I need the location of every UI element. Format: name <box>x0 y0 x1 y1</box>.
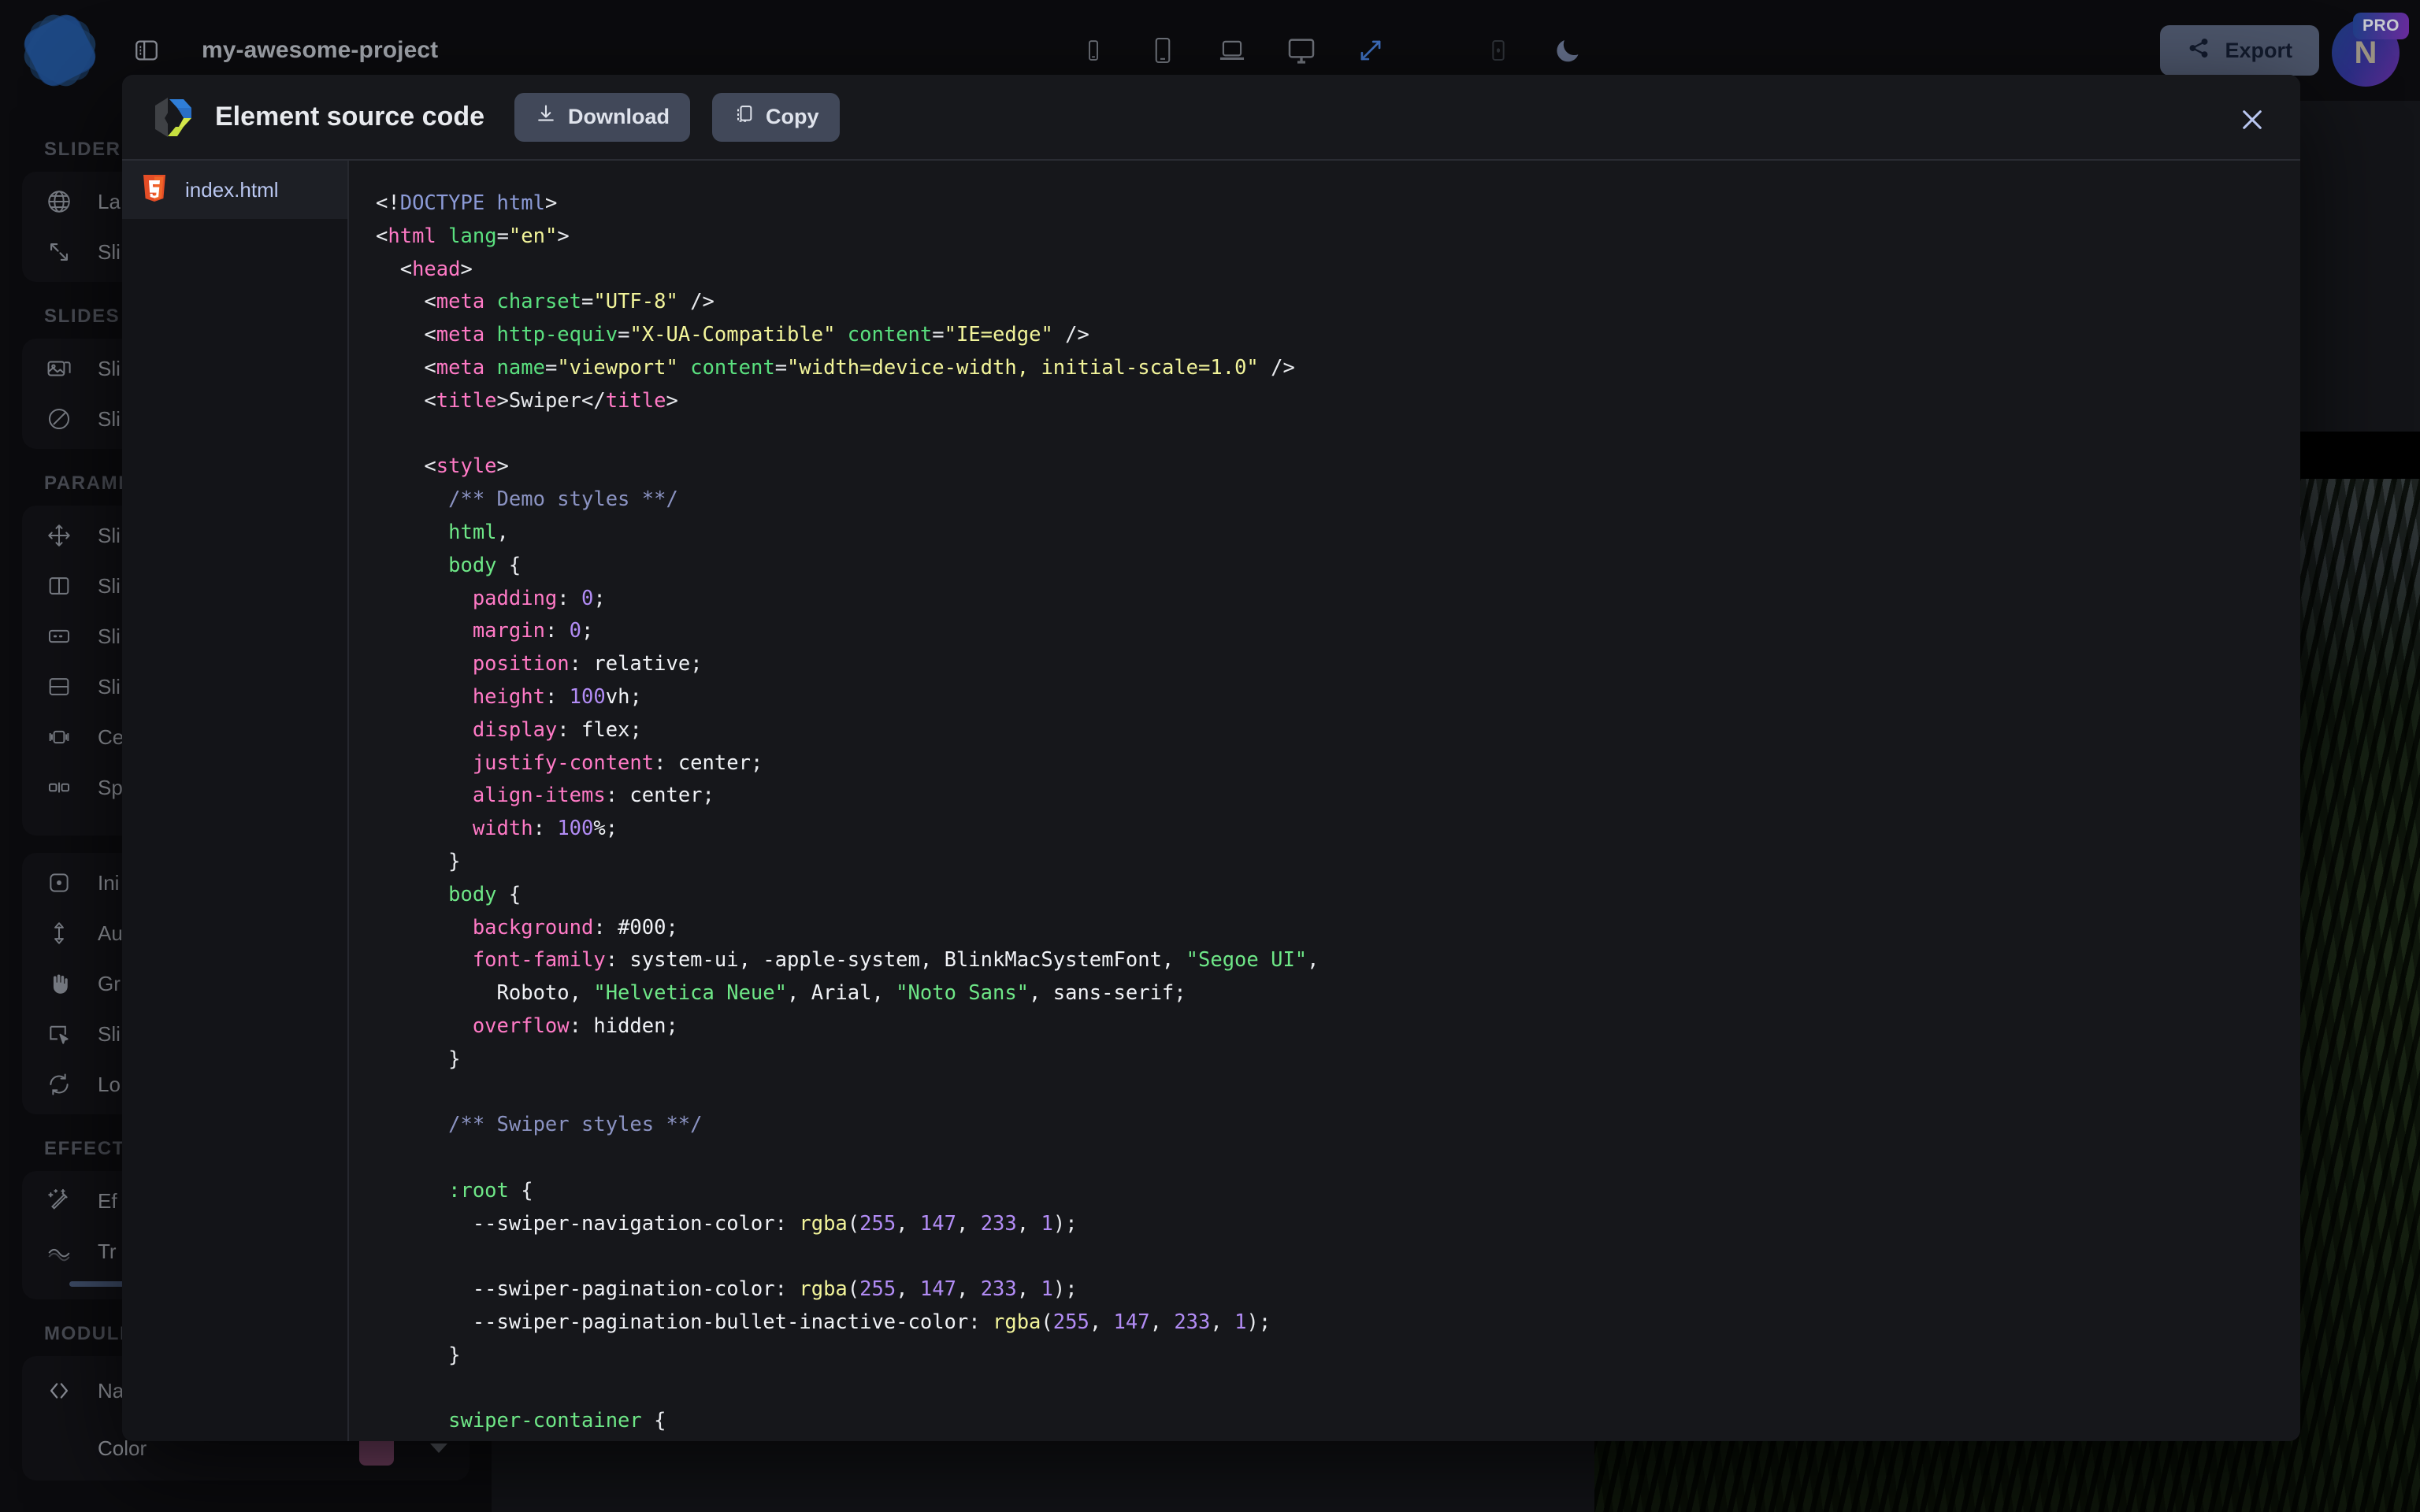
export-button[interactable]: Export <box>2160 25 2319 76</box>
phone-icon[interactable] <box>1071 28 1115 72</box>
transition-icon <box>44 1236 74 1266</box>
chevron-down-icon[interactable] <box>430 1443 447 1453</box>
card-icon <box>44 621 74 651</box>
sidebar-item-label: Sli <box>98 523 121 547</box>
source-code-text: <!DOCTYPE html> <html lang="en"> <head> … <box>376 191 1319 1433</box>
code-brackets-icon <box>44 1376 74 1406</box>
clipboard-icon <box>733 103 755 131</box>
globe-icon <box>44 187 74 217</box>
hexagon-brand-icon <box>152 94 195 140</box>
copy-label: Copy <box>766 105 819 128</box>
monitor-icon[interactable] <box>1279 28 1323 72</box>
sidebar-item-label: Sp <box>98 775 123 799</box>
resize-arrows-icon <box>44 237 74 267</box>
magic-wand-icon <box>44 1186 74 1216</box>
copy-button[interactable]: Copy <box>712 92 840 142</box>
sidebar-item-label: Gr <box>98 971 121 995</box>
centered-slides-icon <box>44 722 74 752</box>
loop-icon <box>44 1069 74 1099</box>
modal-header: Element source code Download Copy <box>122 75 2300 159</box>
sidebar-item-label: Sli <box>98 674 121 699</box>
user-menu[interactable]: N PRO <box>2332 13 2409 87</box>
space-between-icon <box>44 773 74 802</box>
target-dot-icon <box>44 868 74 898</box>
file-name: index.html <box>185 177 279 202</box>
columns-icon <box>44 571 74 601</box>
images-icon <box>44 354 74 384</box>
pro-badge: PRO <box>2352 13 2409 39</box>
modal-title: Element source code <box>215 102 485 132</box>
sidebar-item-label: Ef <box>98 1188 117 1213</box>
moon-icon[interactable] <box>1546 28 1590 72</box>
download-icon <box>535 103 557 131</box>
app-root: my-awesome-project Export N PRO SLIDER L… <box>0 0 2420 1512</box>
tablet-icon[interactable] <box>1476 28 1520 72</box>
html5-icon <box>141 173 168 207</box>
sidebar-item-label: Sli <box>98 624 121 648</box>
source-code-modal: Element source code Download Copy index.… <box>122 75 2300 1441</box>
move-arrows-icon <box>44 521 74 550</box>
app-logo <box>19 9 101 91</box>
export-label: Export <box>2225 38 2292 62</box>
hand-icon <box>44 969 74 999</box>
click-slide-icon <box>44 1019 74 1049</box>
file-list: index.html <box>122 161 349 1441</box>
laptop-icon[interactable] <box>1210 28 1254 72</box>
code-viewer[interactable]: <!DOCTYPE html> <html lang="en"> <head> … <box>349 161 2300 1441</box>
sidebar-item-label: Lo <box>98 1072 121 1096</box>
sidebar-item-label: Tr <box>98 1239 117 1263</box>
rows-icon <box>44 672 74 702</box>
phone-icon[interactable] <box>1141 28 1185 72</box>
circle-slash-icon <box>44 404 74 434</box>
close-icon[interactable] <box>2229 97 2275 143</box>
sidebar-item-label: Sli <box>98 406 121 431</box>
auto-height-icon <box>44 918 74 948</box>
expand-diagonal-icon[interactable] <box>1349 28 1393 72</box>
sidebar-item-label: La <box>98 189 121 213</box>
sidebar-item-label: Ini <box>98 870 120 895</box>
panel-left-icon[interactable] <box>124 28 169 72</box>
sidebar-item-label: Sli <box>98 239 121 264</box>
project-title: my-awesome-project <box>202 37 439 63</box>
sidebar-item-label: Ce <box>98 724 124 749</box>
file-item-index-html[interactable]: index.html <box>122 161 347 219</box>
download-button[interactable]: Download <box>514 92 691 142</box>
share-icon <box>2187 36 2210 65</box>
sidebar-item-label: Au <box>98 921 123 945</box>
sidebar-item-label: Sli <box>98 1021 121 1046</box>
sidebar-item-label: Sli <box>98 356 121 380</box>
sidebar-item-label: Sli <box>98 573 121 598</box>
modal-body: index.html <!DOCTYPE html> <html lang="e… <box>122 159 2300 1441</box>
download-label: Download <box>568 105 670 128</box>
